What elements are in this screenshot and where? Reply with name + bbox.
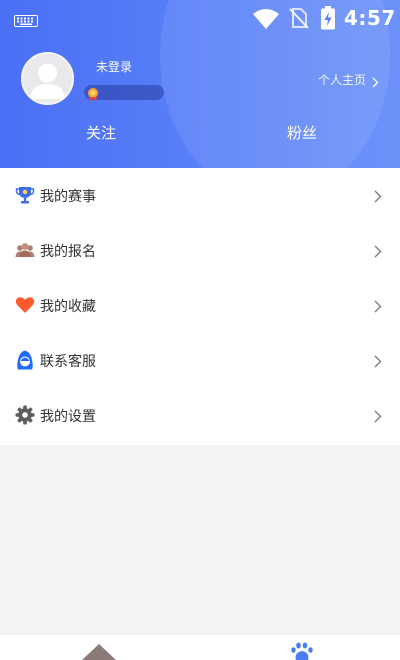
- menu-item-label: 我的设置: [40, 409, 96, 425]
- chevron-right-icon: [374, 408, 382, 427]
- trophy-icon: [15, 185, 35, 205]
- wifi-icon: [252, 8, 280, 34]
- chevron-right-icon: [374, 243, 382, 262]
- menu-item-label: 我的报名: [40, 244, 96, 260]
- group-icon: [15, 240, 35, 260]
- chevron-right-icon[interactable]: [372, 73, 379, 92]
- bottom-nav: [0, 634, 400, 660]
- menu-item-my-favorites[interactable]: 我的收藏: [0, 278, 400, 333]
- menu-item-my-settings[interactable]: 我的设置: [0, 388, 400, 443]
- menu-item-my-events[interactable]: 我的赛事: [0, 168, 400, 223]
- profile-header: 4:57 未登录 个人主页 关注 粉丝: [0, 0, 400, 168]
- home-icon[interactable]: [80, 643, 118, 660]
- chevron-right-icon: [374, 353, 382, 372]
- profile-page-link[interactable]: 个人主页: [318, 71, 366, 88]
- heart-icon: [15, 295, 35, 315]
- menu-list: 我的赛事 我的报名 我的收藏 联系客服 我的设置: [0, 168, 400, 445]
- level-badge-icon: [86, 86, 100, 105]
- follow-stat[interactable]: 关注: [86, 122, 116, 143]
- user-silhouette-icon: [30, 63, 65, 99]
- battery-charging-icon: [320, 6, 336, 34]
- avatar[interactable]: [21, 52, 74, 105]
- gear-icon: [15, 405, 35, 425]
- menu-item-my-registrations[interactable]: 我的报名: [0, 223, 400, 278]
- customer-service-icon: [15, 350, 35, 370]
- menu-item-label: 我的赛事: [40, 189, 96, 205]
- fans-stat[interactable]: 粉丝: [287, 122, 317, 143]
- no-sim-icon: [289, 7, 309, 33]
- menu-item-label: 我的收藏: [40, 299, 96, 315]
- clock: 4:57: [344, 6, 396, 30]
- chevron-right-icon: [374, 298, 382, 317]
- chevron-right-icon: [374, 188, 382, 207]
- menu-item-contact-support[interactable]: 联系客服: [0, 333, 400, 388]
- menu-item-label: 联系客服: [40, 354, 96, 370]
- keyboard-icon: [14, 12, 38, 31]
- footprint-icon[interactable]: [290, 642, 314, 660]
- status-bar: 4:57: [0, 0, 400, 36]
- username[interactable]: 未登录: [96, 58, 132, 75]
